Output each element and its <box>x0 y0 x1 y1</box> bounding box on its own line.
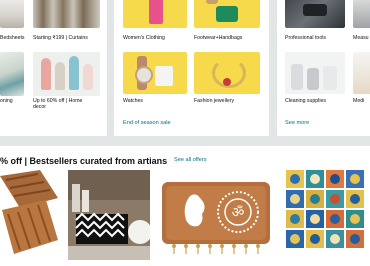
category-tile-watches[interactable] <box>123 52 187 98</box>
measuring-image <box>353 0 370 28</box>
category-label: Watches <box>123 98 143 104</box>
wooden-tray-image <box>0 170 58 260</box>
desk-organizer-product[interactable] <box>68 170 150 260</box>
bedsheets-image <box>0 0 24 28</box>
category-tile-footwear-handbags[interactable] <box>194 0 260 34</box>
pendant-shape <box>223 78 231 86</box>
category-label: Up to 60% off | Home decor <box>33 98 83 111</box>
category-label: Professional tools <box>285 35 326 41</box>
ganesha-key-holder-product[interactable]: ॐ <box>160 176 272 260</box>
home-card: Bedsheets Starting ₹199 | Curtains oning… <box>0 0 107 136</box>
vase-shape <box>69 56 79 90</box>
category-label: oning <box>0 98 13 104</box>
curtains-image <box>33 0 100 28</box>
vase-shape <box>55 62 65 90</box>
category-tile-medical[interactable] <box>353 52 370 98</box>
ceramic-tiles-product[interactable] <box>284 168 370 260</box>
womens-clothing-image <box>123 0 187 28</box>
bestsellers-heading: % off | Bestsellers curated from artians <box>0 156 168 166</box>
footwear-handbags-image <box>194 0 260 28</box>
see-all-offers-link[interactable]: See all offers <box>174 157 207 163</box>
ironing-image <box>0 52 24 96</box>
category-tile-bedsheets[interactable] <box>0 0 24 34</box>
category-tile-fashion-jewellery[interactable] <box>194 52 260 98</box>
category-tile-home-decor[interactable] <box>33 52 100 98</box>
category-label: Starting ₹199 | Curtains <box>33 35 88 41</box>
bottle-shape <box>291 64 303 90</box>
category-tile-ironing[interactable] <box>0 52 24 98</box>
jewellery-image <box>194 52 260 94</box>
vase-shape <box>83 64 93 90</box>
handbag-shape <box>216 6 238 22</box>
category-label: Medi <box>353 98 365 104</box>
category-tile-measuring[interactable] <box>353 0 370 34</box>
category-label: Footwear+Handbags <box>194 35 243 41</box>
category-label: Bedsheets <box>0 35 25 41</box>
desk-organizer-image <box>68 170 150 260</box>
ceramic-tiles-image <box>284 168 370 260</box>
model-figure <box>149 0 163 24</box>
medical-image <box>353 52 370 94</box>
professional-tools-image <box>285 0 345 28</box>
end-of-season-sale-link[interactable]: End of season sale <box>123 120 171 126</box>
bottle-shape <box>323 66 337 90</box>
wooden-tray-product[interactable] <box>0 170 58 260</box>
category-label: Women's Clothing <box>123 35 165 41</box>
category-tile-curtains[interactable] <box>33 0 100 34</box>
category-tile-womens-clothing[interactable] <box>123 0 187 34</box>
category-label: Measu <box>353 35 369 41</box>
bottle-shape <box>307 68 319 90</box>
category-tile-professional-tools[interactable] <box>285 0 345 34</box>
vase-shape <box>41 58 51 90</box>
fashion-card: Women's Clothing Footwear+Handbags Watch… <box>114 0 269 136</box>
watch-box <box>155 66 173 86</box>
see-more-link[interactable]: See more <box>285 120 309 126</box>
category-label: Fashion jewellery <box>194 98 235 104</box>
bestsellers-card: % off | Bestsellers curated from artians… <box>0 146 370 266</box>
ganesha-key-holder-image: ॐ <box>160 176 272 260</box>
sandal-shape <box>206 0 218 4</box>
svg-text:ॐ: ॐ <box>232 205 245 221</box>
tools-card: Professional tools Measu Cleaning suppli… <box>277 0 370 136</box>
home-decor-image <box>33 52 100 96</box>
watch-face <box>135 66 153 84</box>
category-label: Cleaning supplies <box>285 98 326 104</box>
drill-shape <box>303 4 327 16</box>
category-tile-cleaning-supplies[interactable] <box>285 52 345 98</box>
cleaning-supplies-image <box>285 52 345 94</box>
watches-image <box>123 52 187 94</box>
